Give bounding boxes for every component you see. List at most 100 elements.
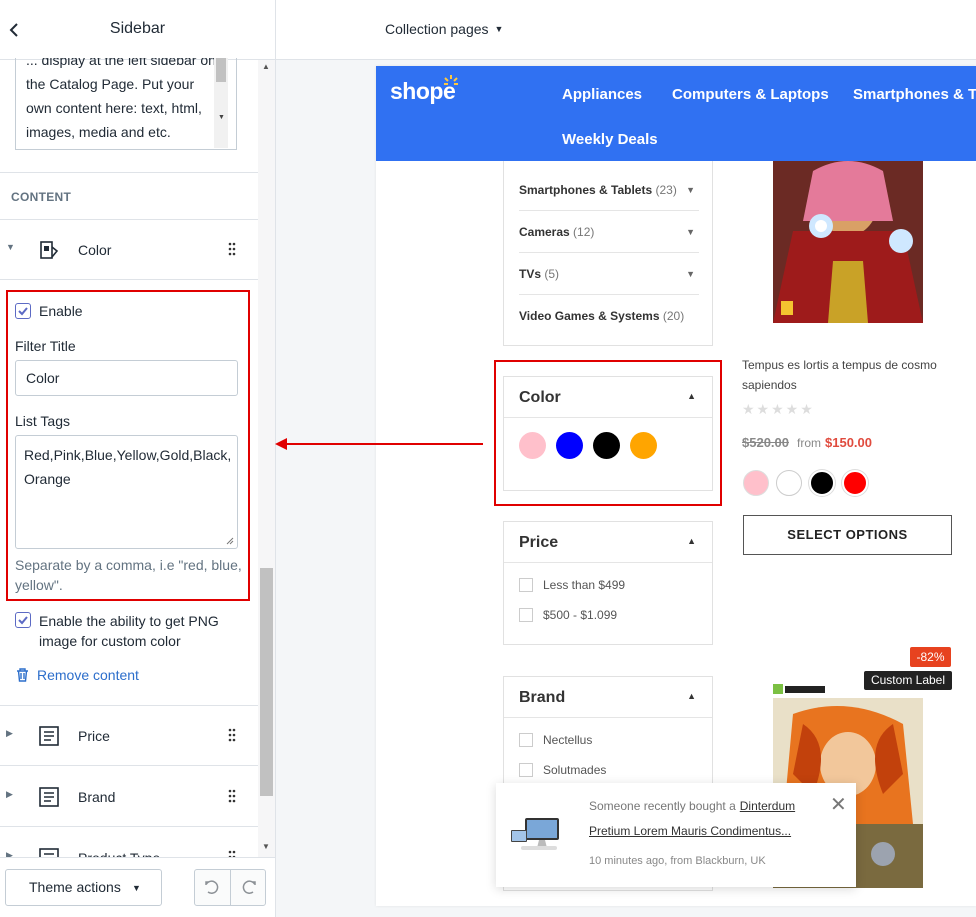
block-price[interactable]: ▶ Price [0, 706, 258, 766]
product-thumbnail[interactable] [511, 816, 567, 852]
list-tags-value: Red,Pink,Blue,Yellow,Gold,Black, Orange [24, 447, 232, 487]
png-checkbox[interactable] [15, 612, 31, 628]
help-text: Separate by a comma, i.e "red, blue, yel… [15, 557, 242, 593]
select-options-button[interactable]: SELECT OPTIONS [743, 515, 952, 555]
block-brand[interactable]: ▶ Brand [0, 767, 258, 827]
color-swatch-orange[interactable] [630, 432, 657, 459]
price-filter: Price ▲ Less than $499 $500 - $1.099 [503, 521, 713, 645]
panel-title: Sidebar [109, 20, 166, 37]
filter-title: Color [519, 389, 561, 406]
popup-line1: Someone recently bought a Dinterdum [589, 799, 796, 813]
block-label: Price [78, 728, 110, 744]
store-navbar: shope Appliances Computers & Laptops Sma… [376, 66, 976, 161]
chevron-up-icon: ▲ [687, 536, 696, 546]
custom-label-badge: Custom Label [864, 671, 952, 690]
enable-checkbox[interactable] [15, 303, 31, 319]
checkbox[interactable] [519, 763, 533, 777]
png-label: Enable the ability to get PNG image for … [39, 613, 219, 649]
theme-actions-label: Theme actions [29, 879, 121, 895]
scroll-down-icon[interactable]: ▼ [262, 842, 270, 851]
drag-handle-icon[interactable] [228, 789, 236, 803]
caret-right-icon[interactable]: ▶ [6, 728, 13, 739]
sidebar-scrollbar[interactable]: ▲ ▼ [258, 60, 275, 857]
list-tags-textarea[interactable]: Red,Pink,Blue,Yellow,Gold,Black, Orange [15, 435, 238, 549]
filter-title: Brand [519, 689, 566, 706]
sidebar-footer: Theme actions ▼ [0, 857, 275, 917]
paint-bucket-icon [38, 239, 60, 261]
product-image[interactable] [773, 161, 923, 323]
caret-right-icon[interactable]: ▶ [6, 789, 13, 800]
redo-icon[interactable] [240, 879, 257, 896]
product-swatch-red[interactable] [842, 470, 868, 496]
remove-content-label: Remove content [37, 667, 139, 683]
caret-down-icon[interactable]: ▼ [6, 242, 15, 252]
block-label: Brand [78, 789, 116, 805]
theme-editor-sidebar: Sidebar ... display at the left sidebar … [0, 0, 276, 917]
checkbox[interactable] [519, 578, 533, 592]
undo-icon[interactable] [204, 879, 221, 896]
filter-header[interactable]: Brand ▲ [504, 677, 712, 718]
chevron-up-icon: ▲ [687, 391, 696, 401]
drag-handle-icon[interactable] [228, 242, 236, 256]
nav-weekly-deals[interactable]: Weekly Deals [562, 131, 658, 148]
color-swatch-blue[interactable] [556, 432, 583, 459]
rating-stars: ★★★★★ [742, 401, 815, 417]
enable-label: Enable [39, 303, 83, 319]
category-item[interactable]: TVs (5) ▼ [519, 253, 699, 295]
filter-header[interactable]: Color ▲ [504, 377, 712, 418]
product-swatch-white[interactable] [776, 470, 802, 496]
category-item[interactable]: Video Games & Systems (20) [519, 295, 699, 337]
category-item[interactable]: Cameras (12) ▼ [519, 211, 699, 253]
popup-meta: 10 minutes ago, from Blackburn, UK [589, 855, 766, 867]
popup-product-link-2[interactable]: Pretium Lorem Mauris Condimentus... [589, 824, 791, 838]
content-section-label: CONTENT [11, 190, 72, 204]
close-icon[interactable]: ✕ [830, 792, 847, 817]
resize-grip-icon[interactable] [226, 537, 234, 545]
undo-redo-group [194, 869, 266, 906]
list-tags-label: List Tags [15, 413, 70, 429]
collection-dropdown-label: Collection pages [385, 21, 489, 37]
color-filter: Color ▲ [503, 376, 713, 491]
drag-handle-icon[interactable] [228, 728, 236, 742]
chevron-down-icon: ▼ [686, 269, 695, 279]
textarea-scrollbar[interactable]: ▼ [214, 58, 228, 148]
remove-content-link[interactable]: Remove content [16, 667, 139, 683]
price-option[interactable]: $500 - $1.099 [519, 608, 617, 622]
caret-down-icon: ▼ [132, 883, 141, 893]
price-option[interactable]: Less than $499 [519, 578, 625, 592]
product-swatch-black[interactable] [809, 470, 835, 496]
from-label: from [797, 436, 821, 450]
category-item[interactable]: Smartphones & Tablets (23) ▼ [519, 169, 699, 211]
filter-title-input[interactable]: Color [15, 360, 238, 396]
block-color[interactable]: ▼ Color [0, 220, 258, 280]
textarea-text: ... display at the left sidebar on the C… [26, 58, 216, 140]
product-name[interactable]: Tempus es lortis a tempus de cosmo sapie… [742, 355, 962, 395]
block-label: Color [78, 242, 112, 258]
popup-product-link[interactable]: Dinterdum [740, 799, 795, 813]
nav-smartphones[interactable]: Smartphones & Ta [853, 86, 976, 103]
custom-content-textarea[interactable]: ... display at the left sidebar on the C… [15, 58, 237, 150]
checkbox[interactable] [519, 733, 533, 747]
color-swatch-black[interactable] [593, 432, 620, 459]
theme-actions-button[interactable]: Theme actions ▼ [5, 869, 162, 906]
chevron-down-icon: ▼ [686, 227, 695, 237]
category-filter: Smartphones & Tablets (23) ▼ Cameras (12)… [503, 161, 713, 346]
scrollbar-thumb[interactable] [260, 568, 273, 796]
store-logo[interactable]: shope [390, 75, 458, 105]
product-swatch-pink[interactable] [743, 470, 769, 496]
filter-header[interactable]: Price ▲ [504, 522, 712, 563]
scroll-up-icon[interactable]: ▲ [262, 62, 270, 71]
checkbox[interactable] [519, 608, 533, 622]
recent-purchase-popup: Someone recently bought a Dinterdum Preti… [496, 783, 856, 887]
divider [0, 172, 258, 173]
sale-price: $150.00 [825, 435, 872, 450]
brand-option[interactable]: Nectellus [519, 733, 592, 747]
arrow-indicator [275, 438, 483, 450]
color-swatch-pink[interactable] [519, 432, 546, 459]
trash-icon [17, 668, 28, 682]
brand-option[interactable]: Solutmades [519, 763, 606, 777]
text-block-icon [38, 786, 60, 808]
collection-pages-dropdown[interactable]: Collection pages ▼ [385, 21, 503, 37]
nav-appliances[interactable]: Appliances [562, 86, 642, 103]
nav-computers-laptops[interactable]: Computers & Laptops [672, 86, 829, 103]
